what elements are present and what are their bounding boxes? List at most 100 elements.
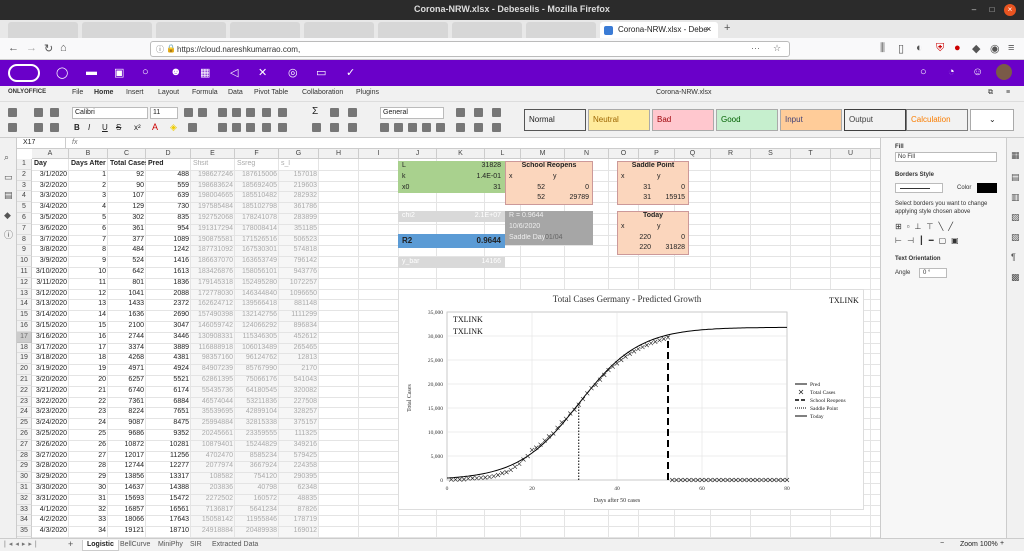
- today-title[interactable]: Today: [617, 212, 689, 219]
- align-middle-icon[interactable]: [232, 108, 241, 117]
- row-header[interactable]: 3: [17, 180, 32, 192]
- saddle-x-header[interactable]: x: [619, 173, 627, 180]
- param-L-label[interactable]: L: [400, 162, 408, 169]
- row-header[interactable]: 28: [17, 450, 32, 462]
- row-header[interactable]: 26: [17, 429, 32, 440]
- table-cell[interactable]: 351185: [279, 225, 319, 232]
- table-cell[interactable]: 185510482: [235, 192, 279, 199]
- table-cell[interactable]: 13856: [108, 473, 146, 480]
- column-header-i[interactable]: I: [359, 149, 399, 159]
- table-cell[interactable]: 328257: [279, 408, 319, 415]
- row-header[interactable]: 9: [17, 245, 32, 257]
- table-cell[interactable]: 559: [146, 182, 191, 189]
- bold-icon[interactable]: B: [74, 123, 80, 132]
- audio-icon[interactable]: ◁: [230, 66, 238, 79]
- page-actions-icon[interactable]: ···: [751, 43, 760, 53]
- table-cell[interactable]: 28: [69, 462, 108, 469]
- table-cell[interactable]: 26: [69, 441, 108, 448]
- angle-input[interactable]: 0 °: [919, 268, 947, 278]
- decrease-font-icon[interactable]: [198, 108, 207, 117]
- table-cell[interactable]: 1072257: [279, 279, 319, 286]
- column-header-n[interactable]: N: [565, 149, 609, 159]
- increase-font-icon[interactable]: [184, 108, 193, 117]
- align-left-icon[interactable]: [218, 123, 227, 132]
- saddle-r2-x[interactable]: 31: [619, 194, 653, 201]
- comments-icon[interactable]: ▭: [4, 172, 13, 183]
- increase-decimal-icon[interactable]: [422, 123, 431, 132]
- table-cell[interactable]: 15693: [108, 495, 146, 502]
- accounting-icon[interactable]: [380, 123, 389, 132]
- avatar[interactable]: [996, 64, 1012, 80]
- style-calculation[interactable]: Calculation: [906, 109, 968, 131]
- table-cell[interactable]: 62348: [279, 484, 319, 491]
- table-cell[interactable]: 3/29/2020: [32, 473, 69, 480]
- table-cell[interactable]: 10281: [146, 441, 191, 448]
- date-text[interactable]: 10/6/2020: [507, 223, 542, 230]
- table-cell[interactable]: 9087: [108, 419, 146, 426]
- table-cell[interactable]: 4: [69, 203, 108, 210]
- row-header[interactable]: 35: [17, 526, 32, 537]
- table-cell[interactable]: 192752068: [191, 214, 235, 221]
- menu-layout[interactable]: Layout: [158, 89, 179, 96]
- table-cell[interactable]: 12017: [108, 452, 146, 459]
- table-cell[interactable]: 5: [69, 214, 108, 221]
- folder-icon[interactable]: ▭: [316, 66, 326, 79]
- table-cell[interactable]: 198683624: [191, 182, 235, 189]
- table-cell[interactable]: 198627246: [191, 171, 235, 178]
- table-cell[interactable]: 3: [69, 192, 108, 199]
- table-cell[interactable]: 6884: [146, 398, 191, 405]
- fill-select[interactable]: No Fill: [895, 152, 997, 162]
- table-cell[interactable]: 2077974: [191, 462, 235, 469]
- open-location-icon[interactable]: ⧉: [988, 89, 993, 97]
- minimize-icon[interactable]: –: [968, 4, 980, 16]
- row-header[interactable]: 25: [17, 418, 32, 429]
- table-cell[interactable]: 5521: [146, 376, 191, 383]
- table-cell[interactable]: 3374: [108, 344, 146, 351]
- saddle-r2-y[interactable]: 15915: [653, 194, 687, 201]
- underline-icon[interactable]: U: [102, 123, 108, 132]
- browser-tab-placeholder[interactable]: [526, 22, 596, 38]
- table-cell[interactable]: 3/10/2020: [32, 268, 69, 275]
- table-cell[interactable]: 361: [108, 225, 146, 232]
- table-cell[interactable]: 3047: [146, 322, 191, 329]
- table-header-cell[interactable]: Pred: [146, 160, 191, 167]
- table-cell[interactable]: 2170: [279, 365, 319, 372]
- menu-insert[interactable]: Insert: [126, 89, 144, 96]
- table-cell[interactable]: 96124762: [235, 354, 279, 361]
- table-cell[interactable]: 32815338: [235, 419, 279, 426]
- table-cell[interactable]: 3/18/2020: [32, 354, 69, 361]
- row-header[interactable]: 14: [17, 299, 32, 311]
- row-header[interactable]: 7: [17, 223, 32, 235]
- table-cell[interactable]: 14637: [108, 484, 146, 491]
- column-header-a[interactable]: A: [32, 149, 69, 159]
- table-cell[interactable]: 18: [69, 354, 108, 361]
- notifications-icon[interactable]: ◔: [948, 66, 955, 78]
- column-header-o[interactable]: O: [609, 149, 639, 159]
- table-cell[interactable]: 6257: [108, 376, 146, 383]
- table-cell[interactable]: 4702470: [191, 452, 235, 459]
- forward-icon[interactable]: →: [26, 42, 37, 54]
- info-icon[interactable]: ⓘ: [156, 44, 164, 55]
- row-header[interactable]: 31: [17, 483, 32, 494]
- border-style-select[interactable]: [895, 183, 943, 193]
- row-header[interactable]: 5: [17, 202, 32, 213]
- table-cell[interactable]: 19121: [108, 527, 146, 534]
- formula-input[interactable]: [90, 138, 870, 149]
- table-cell[interactable]: 8475: [146, 419, 191, 426]
- column-header-f[interactable]: F: [235, 149, 279, 159]
- table-cell[interactable]: 107: [108, 192, 146, 199]
- school-r1-y[interactable]: 0: [549, 184, 591, 191]
- table-cell[interactable]: 191317294: [191, 225, 235, 232]
- table-cell[interactable]: 1636: [108, 311, 146, 318]
- table-cell[interactable]: 31: [69, 495, 108, 502]
- row-header[interactable]: 1: [17, 159, 32, 170]
- table-cell[interactable]: 3446: [146, 333, 191, 340]
- cloud-logo-icon[interactable]: [8, 64, 40, 82]
- table-cell[interactable]: 6740: [108, 387, 146, 394]
- today-x-header[interactable]: x: [619, 223, 627, 230]
- table-cell[interactable]: 16857: [108, 506, 146, 513]
- column-header-e[interactable]: E: [191, 149, 235, 159]
- search-icon[interactable]: ⌕: [4, 152, 9, 163]
- row-header[interactable]: 6: [17, 213, 32, 224]
- back-icon[interactable]: ←: [8, 42, 19, 54]
